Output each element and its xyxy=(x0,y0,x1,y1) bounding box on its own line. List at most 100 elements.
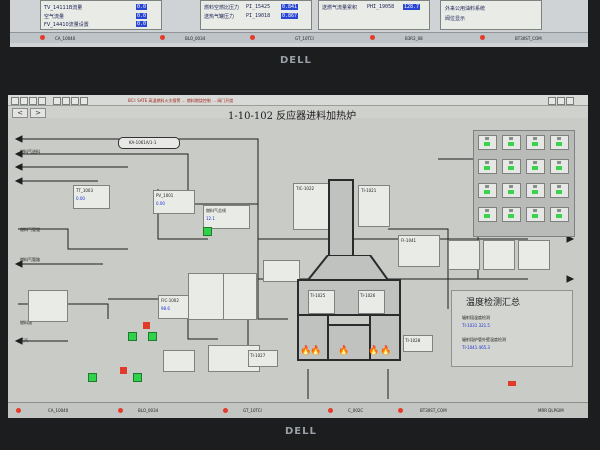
left-label-5: 蒸汽 xyxy=(20,338,28,343)
left-instrument-panel-2: PV_1001 0.00 xyxy=(153,190,195,214)
mini-panel-10[interactable] xyxy=(502,183,521,198)
furnace-tag-panel-1: TI-1025 xyxy=(308,290,335,314)
furnace-tag-2: TI-1026 xyxy=(360,293,376,298)
toolbar-button-2[interactable] xyxy=(20,97,28,105)
valve-green-4[interactable] xyxy=(88,373,97,382)
valve-green-3[interactable] xyxy=(148,332,157,341)
top-readout-row: TV_14111B流量 0.0 空气流量 0.0 FV_14410流量设置 0.… xyxy=(10,0,588,30)
mini-panel-2[interactable] xyxy=(502,135,521,150)
toolbar-button-7[interactable] xyxy=(71,97,79,105)
right-panel-c xyxy=(518,240,550,270)
left-instrument-panel-7 xyxy=(28,290,68,322)
mini-panel-11[interactable] xyxy=(526,183,545,198)
mini-panel-9[interactable] xyxy=(478,183,497,198)
top-right-label-1: 外来公用油料系统 xyxy=(445,6,486,12)
top-readout-value-5: 0.867 xyxy=(281,13,299,19)
toolbar-button-8[interactable] xyxy=(80,97,88,105)
top-readout-value-2: 0.0 xyxy=(136,13,148,19)
furnace-tag-3: TI-1027 xyxy=(250,353,266,358)
top-monitor-screen: TV_14111B流量 0.0 空气流量 0.0 FV_14410流量设置 0.… xyxy=(10,0,588,47)
bottom-tab-4[interactable]: C_002C xyxy=(348,408,363,413)
bottom-alarm-dot-3 xyxy=(223,408,228,413)
right-panel-grid xyxy=(473,130,575,237)
main-dell-logo: DELL xyxy=(285,426,317,437)
bottom-tab-1[interactable]: CA_10040 xyxy=(48,408,68,413)
toolbar-home-button[interactable] xyxy=(11,97,19,105)
top-dell-logo: DELL xyxy=(280,55,312,66)
bottom-alarm-dot-1 xyxy=(16,408,21,413)
bottom-tab-3[interactable]: GT_10TCI xyxy=(243,408,262,413)
left-panel-value-2: 0.00 xyxy=(156,201,165,206)
top-tag-6: PHI_19058 xyxy=(367,4,395,10)
burner-flame-5: 🔥 xyxy=(380,346,392,356)
top-readout-value-1: 0.0 xyxy=(136,4,148,10)
toolbar-button-5[interactable] xyxy=(53,97,61,105)
furnace-stack xyxy=(328,179,354,261)
center-panel-2: TI-1021 xyxy=(358,185,390,227)
top-status-bar: CA_10040 BLO_0034 GT_10TCI B3R2_08 BT30S… xyxy=(10,32,588,43)
valve-red-1[interactable] xyxy=(143,322,150,329)
mini-panel-1[interactable] xyxy=(478,135,497,150)
top-tag-4: PI_15425 xyxy=(246,4,271,10)
mini-panel-3[interactable] xyxy=(526,135,545,150)
left-panel-value-3: 12.1 xyxy=(206,216,215,221)
toolbar-button-4[interactable] xyxy=(38,97,46,105)
top-alarm-dot-1 xyxy=(40,35,45,40)
toolbar-button-11[interactable] xyxy=(566,97,574,105)
valve-red-3[interactable] xyxy=(508,381,516,386)
center-panel-1: TIC-1022 xyxy=(293,183,330,230)
summary-line-3: 辐射段炉管外壁温度检测 xyxy=(462,337,506,342)
bottom-tab-2[interactable]: BLO_0034 xyxy=(138,408,158,413)
valve-red-2[interactable] xyxy=(120,367,127,374)
toolbar-button-9[interactable] xyxy=(548,97,556,105)
bottom-alarm-dot-2 xyxy=(118,408,123,413)
bottom-alarm-dot-4 xyxy=(328,408,333,413)
left-instrument-panel-8 xyxy=(163,350,195,372)
nav-forward-button[interactable]: > xyxy=(30,108,46,118)
top-status-panel: 外来公用油料系统 阀位显示 xyxy=(440,0,542,30)
mini-panel-12[interactable] xyxy=(550,183,569,198)
top-readout-value-3: 0.0 xyxy=(136,21,148,27)
temperature-summary-panel: 温度检测汇总 辐射段温度检测 TI-1031 321.5 辐射段炉管外壁温度检测… xyxy=(451,290,573,367)
top-right-panel: 送燃气流量累积 PHI_19058 128.7 xyxy=(318,0,430,30)
top-tab-5[interactable]: BT30ST_COM xyxy=(515,36,542,41)
mini-panel-4[interactable] xyxy=(550,135,569,150)
left-panel-value-4: 98.6 xyxy=(161,306,170,311)
toolbar-button-6[interactable] xyxy=(62,97,70,105)
summary-line-2: TI-1031 321.5 xyxy=(462,323,490,328)
valve-green-1[interactable] xyxy=(203,227,212,236)
mini-panel-15[interactable] xyxy=(526,207,545,222)
left-panel-label-4: FIC-1002 xyxy=(161,298,179,303)
left-panel-value-1: 0.00 xyxy=(76,196,85,201)
mini-panel-6[interactable] xyxy=(502,159,521,174)
toolbar-button-10[interactable] xyxy=(557,97,565,105)
mini-panel-5[interactable] xyxy=(478,159,497,174)
furnace-tag-4: TI-1028 xyxy=(405,338,421,343)
right-panel-a xyxy=(448,240,480,270)
top-alarm-dot-2 xyxy=(160,35,165,40)
furnace-tag-panel-3: TI-1027 xyxy=(248,350,278,367)
furnace-tag-panel-2: TI-1026 xyxy=(358,290,385,314)
summary-line-4: TI-1041 465.3 xyxy=(462,345,490,350)
summary-line-1: 辐射段温度检测 xyxy=(462,315,490,320)
toolbar-button-3[interactable] xyxy=(29,97,37,105)
mini-panel-13[interactable] xyxy=(478,207,497,222)
top-readout-label-1: TV_14111B流量 xyxy=(44,5,83,11)
center-label-3: FI-1041 xyxy=(401,238,417,243)
mini-panel-14[interactable] xyxy=(502,207,521,222)
top-tab-3[interactable]: GT_10TCI xyxy=(295,36,314,41)
mini-panel-16[interactable] xyxy=(550,207,569,222)
valve-green-2[interactable] xyxy=(128,332,137,341)
top-tab-4[interactable]: B3R2_08 xyxy=(405,36,423,41)
nav-back-button[interactable]: < xyxy=(12,108,28,118)
toolbar: BCI: SATE 高温燃料火灾报警 ... 燃料燃烧控制 ... 阀门开度 xyxy=(8,95,588,106)
top-tab-1[interactable]: CA_10040 xyxy=(55,36,75,41)
valve-green-5[interactable] xyxy=(133,373,142,382)
top-middle-panel: 燃料空燃比压力 PI_15425 0.841 送热气罐压力 PI_19018 0… xyxy=(200,0,312,30)
mini-panel-8[interactable] xyxy=(550,159,569,174)
bottom-tab-5[interactable]: BT30ST_COM xyxy=(420,408,447,413)
top-readout-value-6: 128.7 xyxy=(403,4,421,10)
left-label-3: 燃料气管路 xyxy=(20,257,40,262)
top-tab-2[interactable]: BLO_0034 xyxy=(185,36,205,41)
mini-panel-7[interactable] xyxy=(526,159,545,174)
